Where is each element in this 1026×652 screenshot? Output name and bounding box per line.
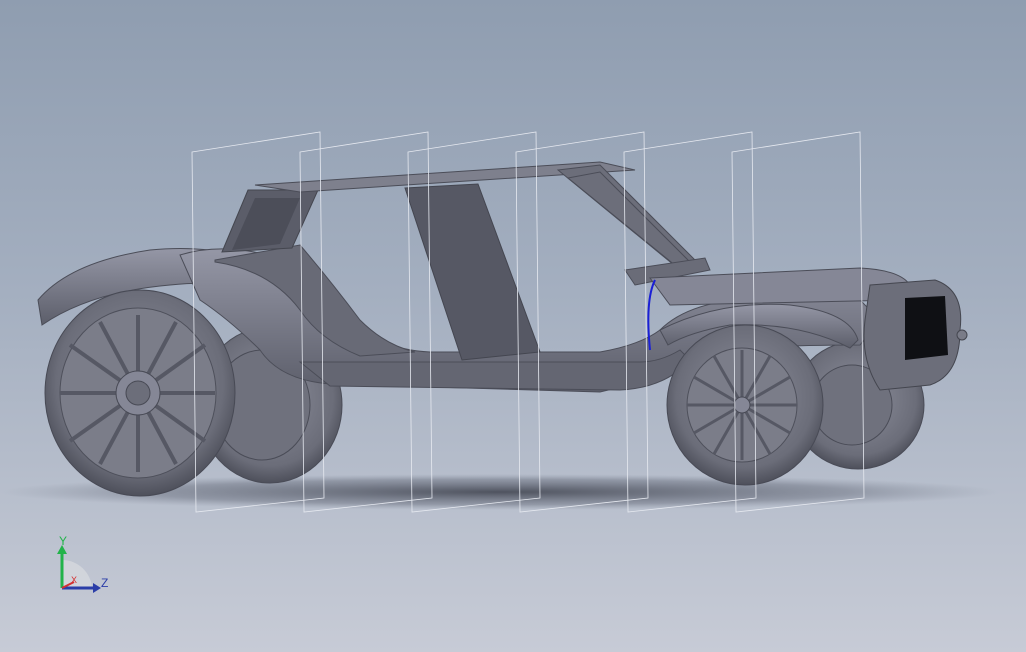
graphics-area[interactable]: Y X Z xyxy=(0,0,1026,652)
rear-near-wheel[interactable] xyxy=(44,289,236,497)
model-view[interactable]: Y X Z xyxy=(0,0,1026,652)
y-axis-label: Y xyxy=(59,534,67,548)
radiator-grille[interactable] xyxy=(863,279,968,391)
z-axis-label: Z xyxy=(101,576,108,590)
z-axis-arrowhead xyxy=(93,583,101,593)
front-near-wheel[interactable] xyxy=(666,324,824,486)
center-pillar[interactable] xyxy=(404,183,541,361)
coordinate-triad: Y X Z xyxy=(57,534,108,593)
windshield-frame[interactable] xyxy=(556,164,701,271)
x-axis-label: X xyxy=(71,575,77,585)
